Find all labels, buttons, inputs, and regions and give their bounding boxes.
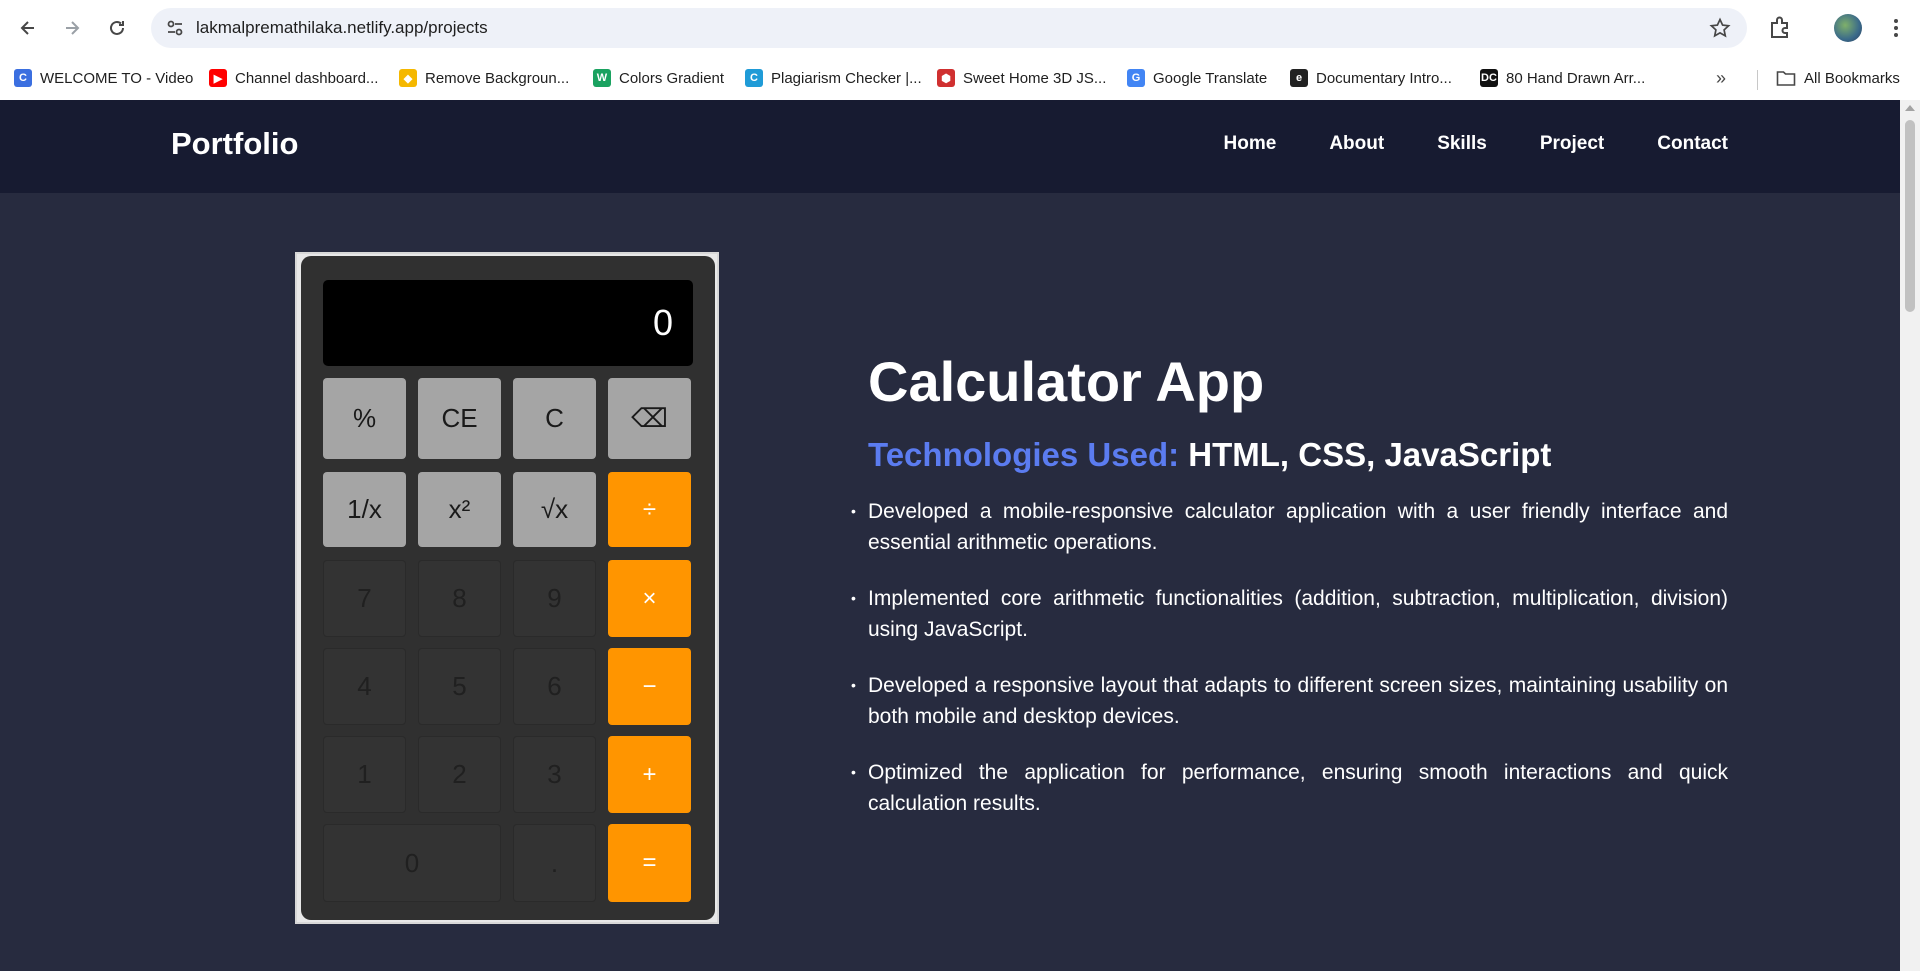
all-bookmarks-label: All Bookmarks bbox=[1804, 69, 1900, 87]
browser-toolbar: lakmalpremathilaka.netlify.app/projects bbox=[0, 0, 1920, 56]
bookmark-item[interactable]: e Documentary Intro... bbox=[1290, 66, 1452, 90]
bookmark-favicon-icon: C bbox=[745, 69, 763, 87]
key-clear-button[interactable]: C bbox=[513, 378, 596, 459]
bookmark-favicon-icon: e bbox=[1290, 69, 1308, 87]
key-add-button[interactable]: + bbox=[608, 736, 691, 813]
technologies-line: Technologies Used: HTML, CSS, JavaScript bbox=[868, 436, 1728, 474]
project-point: Developed a responsive layout that adapt… bbox=[851, 670, 1728, 732]
reload-icon bbox=[110, 20, 124, 35]
key-multiply-button[interactable]: × bbox=[608, 560, 691, 637]
bookmark-item[interactable]: ⬢ Sweet Home 3D JS... bbox=[937, 66, 1106, 90]
scrollbar-thumb[interactable] bbox=[1905, 120, 1915, 312]
technologies-value: HTML, CSS, JavaScript bbox=[1188, 436, 1552, 473]
key-digit-9-button[interactable]: 9 bbox=[513, 560, 596, 637]
bookmark-star-icon[interactable] bbox=[1709, 17, 1731, 39]
site-info-icon[interactable] bbox=[165, 18, 185, 38]
calculator-screenshot: 0 % CE C ⌫ 1/x x² √x ÷ 7 8 9 × 4 5 6− 1 2 3 +0. = bbox=[295, 252, 719, 924]
bookmark-favicon-icon: DC bbox=[1480, 69, 1498, 87]
key-reciprocal-button[interactable]: 1/x bbox=[323, 472, 406, 547]
bookmark-item[interactable]: C Plagiarism Checker |... bbox=[745, 66, 922, 90]
all-bookmarks-button[interactable]: All Bookmarks bbox=[1776, 66, 1900, 90]
bookmark-favicon-icon: G bbox=[1127, 69, 1145, 87]
key-subtract-button[interactable]: − bbox=[608, 648, 691, 725]
bookmark-label: WELCOME TO - Video bbox=[40, 69, 194, 87]
bookmarks-bar: » All Bookmarks C WELCOME TO - Video ▶ Chan… bbox=[0, 56, 1920, 100]
bookmark-label: Sweet Home 3D JS... bbox=[963, 69, 1107, 87]
address-bar[interactable]: lakmalpremathilaka.netlify.app/projects bbox=[151, 8, 1747, 48]
bookmark-favicon-icon: ▶ bbox=[209, 69, 227, 87]
bookmark-favicon-icon: ◆ bbox=[399, 69, 417, 87]
bookmark-item[interactable]: C WELCOME TO - Video bbox=[14, 66, 193, 90]
project-description: Calculator App Technologies Used: HTML, … bbox=[851, 350, 1728, 844]
key-digit-3-button[interactable]: 3 bbox=[513, 736, 596, 813]
key-digit-7-button[interactable]: 7 bbox=[323, 560, 406, 637]
bookmark-favicon-icon: W bbox=[593, 69, 611, 87]
key-percent-button[interactable]: % bbox=[323, 378, 406, 459]
page-content: Portfolio Home About Skills Project Contact … bbox=[0, 100, 1900, 971]
key-digit-1-button[interactable]: 1 bbox=[323, 736, 406, 813]
browser-chrome: lakmalpremathilaka.netlify.app/projects … bbox=[0, 0, 1920, 100]
key-clear-entry-button[interactable]: CE bbox=[418, 378, 501, 459]
back-button[interactable] bbox=[12, 12, 44, 44]
technologies-label: Technologies Used: bbox=[868, 436, 1180, 473]
key-digit-6-button[interactable]: 6 bbox=[513, 648, 596, 725]
project-title: Calculator App bbox=[868, 350, 1265, 413]
arrow-left-icon bbox=[20, 21, 34, 35]
page-scrollbar[interactable] bbox=[1900, 100, 1920, 971]
browser-menu-icon[interactable] bbox=[1882, 14, 1910, 42]
extensions-icon[interactable] bbox=[1766, 14, 1794, 42]
calculator: 0 % CE C ⌫ 1/x x² √x ÷ 7 8 9 × 4 5 6− 1 2 3 +0. = bbox=[301, 256, 715, 920]
nav-link-skills[interactable]: Skills bbox=[1437, 133, 1487, 155]
nav-link-contact[interactable]: Contact bbox=[1657, 133, 1728, 155]
reload-button[interactable] bbox=[101, 12, 133, 44]
key-backspace-button[interactable]: ⌫ bbox=[608, 378, 691, 459]
arrow-right-icon bbox=[66, 21, 80, 35]
bookmark-item[interactable]: ◆ Remove Backgroun... bbox=[399, 66, 569, 90]
site-nav-links: Home About Skills Project Contact bbox=[1224, 133, 1728, 155]
bookmark-label: Documentary Intro... bbox=[1316, 69, 1452, 87]
bookmark-favicon-icon: ⬢ bbox=[937, 69, 955, 87]
bookmark-item[interactable]: W Colors Gradient bbox=[593, 66, 724, 90]
key-divide-button[interactable]: ÷ bbox=[608, 472, 691, 547]
key-digit-5-button[interactable]: 5 bbox=[418, 648, 501, 725]
bookmark-label: Remove Backgroun... bbox=[425, 69, 570, 87]
forward-button[interactable] bbox=[56, 12, 88, 44]
nav-link-project[interactable]: Project bbox=[1540, 133, 1604, 155]
key-digit-2-button[interactable]: 2 bbox=[418, 736, 501, 813]
bookmark-item[interactable]: G Google Translate bbox=[1127, 66, 1267, 90]
bookmark-label: Channel dashboard... bbox=[235, 69, 379, 87]
project-point: Optimized the application for performanc… bbox=[851, 757, 1728, 819]
site-header: Portfolio Home About Skills Project Contact bbox=[0, 100, 1900, 193]
url-text[interactable]: lakmalpremathilaka.netlify.app/projects bbox=[196, 18, 488, 38]
bookmarks-overflow-button[interactable]: » bbox=[1716, 68, 1726, 89]
key-decimal-button[interactable]: . bbox=[513, 824, 596, 902]
calculator-display: 0 bbox=[323, 280, 693, 366]
profile-avatar[interactable] bbox=[1834, 14, 1862, 42]
key-digit-8-button[interactable]: 8 bbox=[418, 560, 501, 637]
bookmark-item[interactable]: ▶ Channel dashboard... bbox=[209, 66, 378, 90]
site-brand[interactable]: Portfolio bbox=[171, 126, 298, 162]
key-equals-button[interactable]: = bbox=[608, 824, 691, 902]
key-digit-0-button[interactable]: 0 bbox=[323, 824, 501, 902]
bookmark-label: Colors Gradient bbox=[619, 69, 725, 87]
key-digit-4-button[interactable]: 4 bbox=[323, 648, 406, 725]
bookmark-label: 80 Hand Drawn Arr... bbox=[1506, 69, 1646, 87]
project-point: Developed a mobile-responsive calculator… bbox=[851, 496, 1728, 558]
bookmark-item[interactable]: DC 80 Hand Drawn Arr... bbox=[1480, 66, 1645, 90]
nav-link-home[interactable]: Home bbox=[1224, 133, 1277, 155]
nav-link-about[interactable]: About bbox=[1329, 133, 1384, 155]
key-square-button[interactable]: x² bbox=[418, 472, 501, 547]
scroll-up-icon[interactable] bbox=[1905, 105, 1915, 111]
project-point: Implemented core arithmetic functionalit… bbox=[851, 583, 1728, 645]
folder-icon bbox=[1776, 71, 1796, 86]
bookmark-label: Plagiarism Checker |... bbox=[771, 69, 922, 87]
project-points: Developed a mobile-responsive calculator… bbox=[851, 496, 1728, 819]
bookmark-label: Google Translate bbox=[1153, 69, 1268, 87]
bookmark-favicon-icon: C bbox=[14, 69, 32, 87]
bookmarks-divider bbox=[1757, 70, 1758, 90]
key-square-root-button[interactable]: √x bbox=[513, 472, 596, 547]
